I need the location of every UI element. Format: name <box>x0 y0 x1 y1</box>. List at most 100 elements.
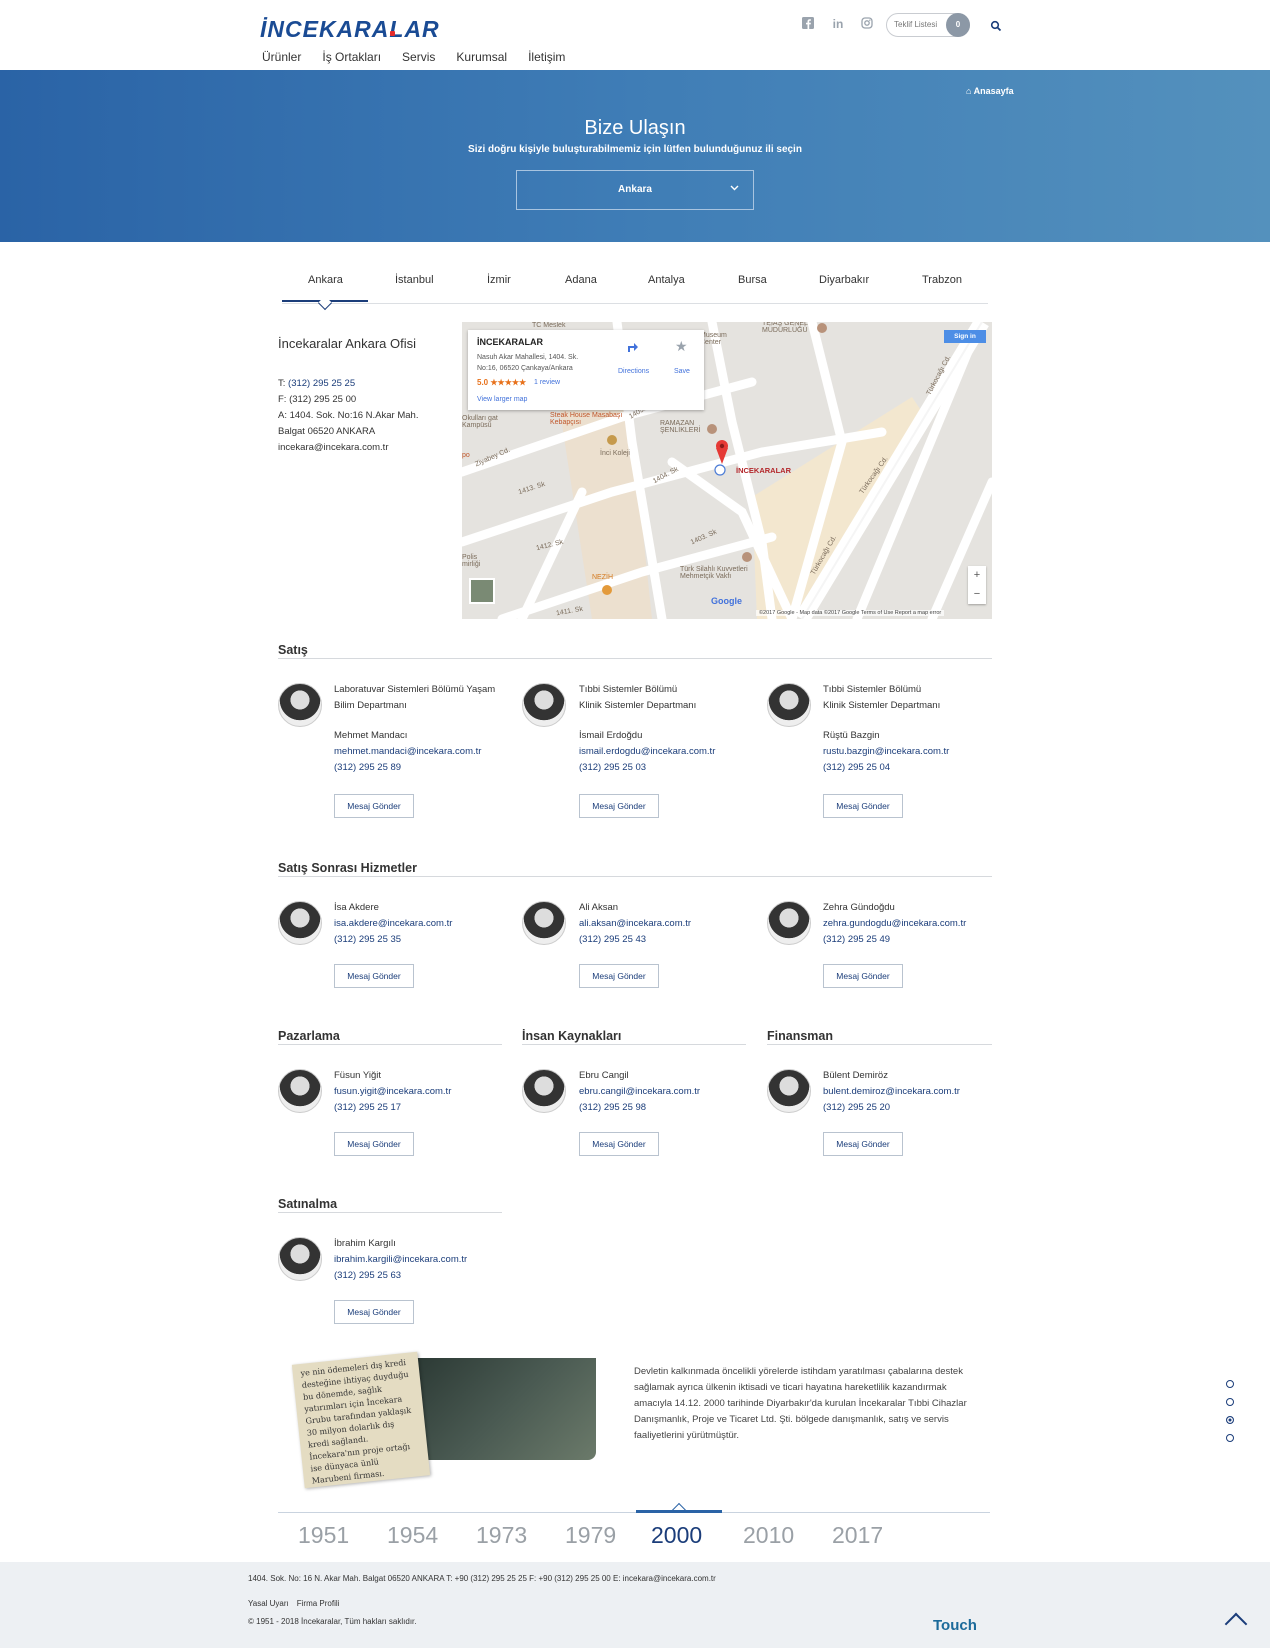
satellite-toggle[interactable] <box>469 578 495 604</box>
section-title-satis-sonrasi: Satış Sonrası Hizmetler <box>278 861 417 875</box>
contact-phone[interactable]: (312) 295 25 17 <box>334 1100 451 1116</box>
nav-item-iletisim[interactable]: İletişim <box>528 50 565 64</box>
contact-email[interactable]: mehmet.mandaci@incekara.com.tr <box>334 744 495 760</box>
contact-department: Klinik Sistemler Departmanı <box>823 700 941 711</box>
teklif-label: Teklif Listesi <box>894 20 938 29</box>
map-zoom-control[interactable]: + − <box>968 566 986 604</box>
contact-email[interactable]: ismail.erdogdu@incekara.com.tr <box>579 744 715 760</box>
contact-card: Tıbbi Sistemler Bölümü Klinik Sistemler … <box>579 682 715 776</box>
directions-link[interactable]: Directions <box>618 368 649 375</box>
contact-email[interactable]: rustu.bazgin@incekara.com.tr <box>823 744 949 760</box>
contact-department: Tıbbi Sistemler Bölümü <box>823 684 922 695</box>
send-message-button[interactable]: Mesaj Gönder <box>579 794 659 818</box>
instagram-icon[interactable] <box>860 17 874 31</box>
send-message-button[interactable]: Mesaj Gönder <box>579 964 659 988</box>
timeline-year[interactable]: 2017 <box>832 1522 883 1549</box>
send-message-button[interactable]: Mesaj Gönder <box>823 964 903 988</box>
view-larger-map-link[interactable]: View larger map <box>477 396 527 403</box>
contact-phone[interactable]: (312) 295 25 04 <box>823 760 949 776</box>
contact-phone[interactable]: (312) 295 25 35 <box>334 932 452 948</box>
avatar <box>278 683 322 727</box>
contact-email[interactable]: fusun.yigit@incekara.com.tr <box>334 1084 451 1100</box>
teklif-listesi-button[interactable]: Teklif Listesi 0 <box>886 13 970 37</box>
office-phone[interactable]: (312) 295 25 25 <box>288 378 355 389</box>
contact-email[interactable]: zehra.gundogdu@incekara.com.tr <box>823 916 966 932</box>
tab-adana[interactable]: Adana <box>565 274 597 286</box>
tab-antalya[interactable]: Antalya <box>648 274 685 286</box>
contact-card: Bülent Demiröz bulent.demiroz@incekara.c… <box>823 1068 960 1116</box>
nav-item-servis[interactable]: Servis <box>402 50 435 64</box>
map-card-reviews-link[interactable]: 1 review <box>534 379 560 386</box>
map-sign-in-button[interactable]: Sign in <box>944 330 986 343</box>
contact-phone[interactable]: (312) 295 25 98 <box>579 1100 700 1116</box>
pagination-dot-active[interactable] <box>1226 1416 1234 1424</box>
nav-item-kurumsal[interactable]: Kurumsal <box>456 50 507 64</box>
breadcrumb[interactable]: ⌂ Anasayfa <box>966 86 1014 96</box>
send-message-button[interactable]: Mesaj Gönder <box>823 794 903 818</box>
footer-copyright: © 1951 - 2018 İncekaralar, Tüm hakları s… <box>248 1617 417 1626</box>
nav-item-is-ortaklari[interactable]: İş Ortakları <box>322 50 381 64</box>
contact-email[interactable]: ebru.cangil@incekara.com.tr <box>579 1084 700 1100</box>
send-message-button[interactable]: Mesaj Gönder <box>334 1300 414 1324</box>
office-address-1: A: 1404. Sok. No:16 N.Akar Mah. <box>278 410 419 421</box>
directions-icon[interactable] <box>626 340 640 356</box>
timeline-year[interactable]: 2010 <box>743 1522 794 1549</box>
tab-trabzon[interactable]: Trabzon <box>922 274 962 286</box>
touch-brand-logo[interactable]: Touch <box>933 1617 977 1634</box>
timeline-line <box>278 1512 990 1513</box>
tab-bursa[interactable]: Bursa <box>738 274 767 286</box>
breadcrumb-home[interactable]: Anasayfa <box>974 86 1014 96</box>
contact-phone[interactable]: (312) 295 25 03 <box>579 760 715 776</box>
timeline-year[interactable]: 1954 <box>387 1522 438 1549</box>
contact-phone[interactable]: (312) 295 25 20 <box>823 1100 960 1116</box>
facebook-icon[interactable] <box>801 17 815 31</box>
search-icon[interactable] <box>990 19 1002 32</box>
contact-email[interactable]: bulent.demiroz@incekara.com.tr <box>823 1084 960 1100</box>
send-message-button[interactable]: Mesaj Gönder <box>579 1132 659 1156</box>
tab-ankara[interactable]: Ankara <box>308 274 343 286</box>
send-message-button[interactable]: Mesaj Gönder <box>334 794 414 818</box>
footer-link-firma-profili[interactable]: Firma Profili <box>297 1599 340 1608</box>
send-message-button[interactable]: Mesaj Gönder <box>823 1132 903 1156</box>
section-divider <box>767 1044 992 1045</box>
tab-diyarbakir[interactable]: Diyarbakır <box>819 274 869 286</box>
pagination-dot[interactable] <box>1226 1398 1234 1406</box>
city-select-value: Ankara <box>618 184 652 195</box>
google-logo: Google <box>711 596 742 606</box>
contact-email[interactable]: isa.akdere@incekara.com.tr <box>334 916 452 932</box>
avatar <box>767 901 811 945</box>
contact-email[interactable]: ibrahim.kargili@incekara.com.tr <box>334 1252 467 1268</box>
logo[interactable]: İNCEKARALAR <box>260 16 440 43</box>
contact-email[interactable]: ali.aksan@incekara.com.tr <box>579 916 691 932</box>
map-label: Okulları gat Kampüsü <box>462 415 498 429</box>
pagination-dot[interactable] <box>1226 1434 1234 1442</box>
tab-istanbul[interactable]: İstanbul <box>395 274 434 286</box>
tab-izmir[interactable]: İzmir <box>487 274 511 286</box>
zoom-out-button[interactable]: − <box>968 585 986 604</box>
avatar <box>278 1069 322 1113</box>
city-select[interactable]: Ankara <box>516 170 754 210</box>
zoom-in-button[interactable]: + <box>968 566 986 585</box>
nav-item-urunler[interactable]: Ürünler <box>262 50 301 64</box>
office-email[interactable]: incekara@incekara.com.tr <box>278 440 418 456</box>
contact-name: Rüştü Bazgin <box>823 730 880 741</box>
footer-link-yasal-uyari[interactable]: Yasal Uyarı <box>248 1599 289 1608</box>
contact-phone[interactable]: (312) 295 25 43 <box>579 932 691 948</box>
map-pin-label: İNCEKARALAR <box>736 466 791 475</box>
contact-phone[interactable]: (312) 295 25 89 <box>334 760 495 776</box>
timeline-year[interactable]: 1973 <box>476 1522 527 1549</box>
save-link[interactable]: Save <box>674 368 690 375</box>
send-message-button[interactable]: Mesaj Gönder <box>334 1132 414 1156</box>
contact-phone[interactable]: (312) 295 25 49 <box>823 932 966 948</box>
contact-name: Ali Aksan <box>579 902 619 913</box>
send-message-button[interactable]: Mesaj Gönder <box>334 964 414 988</box>
section-title-insan-kaynaklari: İnsan Kaynakları <box>522 1029 622 1043</box>
linkedin-icon[interactable]: in <box>831 17 845 31</box>
pagination-dot[interactable] <box>1226 1380 1234 1388</box>
timeline-year[interactable]: 1979 <box>565 1522 616 1549</box>
timeline-year-active[interactable]: 2000 <box>651 1522 702 1549</box>
timeline-year[interactable]: 1951 <box>298 1522 349 1549</box>
star-icon[interactable]: ★ <box>675 338 688 355</box>
contact-card: İsa Akdere isa.akdere@incekara.com.tr (3… <box>334 900 452 948</box>
contact-phone[interactable]: (312) 295 25 63 <box>334 1268 467 1284</box>
